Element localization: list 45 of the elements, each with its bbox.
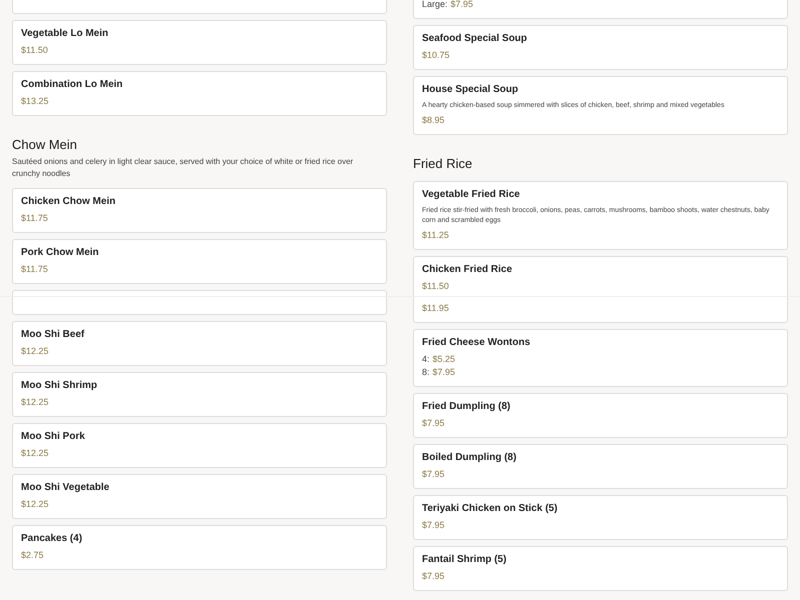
item-price: $12.25 (21, 396, 49, 409)
item-price: $11.50 (422, 280, 449, 293)
size-label: Large: (422, 0, 448, 11)
item-name: Vegetable Lo Mein (21, 27, 110, 41)
item-price: $7.95 (422, 519, 445, 532)
item-price: $8.95 (422, 114, 445, 127)
item-price: $11.95 (422, 302, 449, 315)
item-price: $11.25 (422, 229, 449, 242)
item-price: $2.75 (21, 549, 44, 562)
item-name: Fried Dumpling (8) (422, 400, 512, 414)
section-description: Sautéed onions and celery in light clear sauce, served with your choice of white or fried rice over crunchy noodles (12, 156, 354, 180)
item-price: $7.95 (422, 468, 445, 481)
item-name: Vegetable Fried Rice (422, 188, 521, 202)
item-price: $12.25 (21, 498, 49, 511)
item-price: $11.50 (21, 44, 48, 57)
item-name: Boiled Dumpling (8) (422, 451, 518, 465)
item-price: $13.25 (21, 95, 49, 108)
item-price: $12.25 (21, 447, 49, 460)
item-name: Moo Shi Pork (21, 430, 86, 444)
item-name: Moo Shi Beef (21, 328, 86, 342)
item-name: Combination Lo Mein (21, 78, 124, 92)
section-heading: Fried Rice (413, 155, 474, 173)
item-name: Fried Cheese Wontons (422, 336, 532, 350)
item-name: Pork Chow Mein (21, 246, 100, 260)
item-name: Moo Shi Shrimp (21, 379, 98, 393)
item-price: $12.25 (21, 345, 49, 358)
size-label: 4: (422, 353, 430, 366)
item-name: Pancakes (4) (21, 532, 84, 546)
item-price: $7.95 (422, 570, 445, 583)
section-heading: Chow Mein (12, 136, 78, 154)
size-label: 8: (422, 366, 430, 379)
item-price: $10.75 (422, 49, 450, 62)
item-price: $11.75 (21, 212, 48, 225)
item-price: $7.95 (450, 0, 474, 11)
item-price: $11.75 (21, 263, 48, 276)
item-name: Fantail Shrimp (5) (422, 553, 508, 567)
item-name: Teriyaki Chicken on Stick (5) (422, 502, 558, 516)
item-price: $7.95 (422, 417, 445, 430)
item-name: Seafood Special Soup (422, 32, 528, 46)
item-price: $7.95 (432, 366, 456, 379)
item-name: Chicken Chow Mein (21, 195, 116, 209)
item-name: Chicken Fried Rice (422, 263, 514, 277)
item-name: House Special Soup (422, 83, 520, 97)
item-name: Moo Shi Vegetable (21, 481, 110, 495)
item-price: $5.25 (432, 353, 456, 366)
